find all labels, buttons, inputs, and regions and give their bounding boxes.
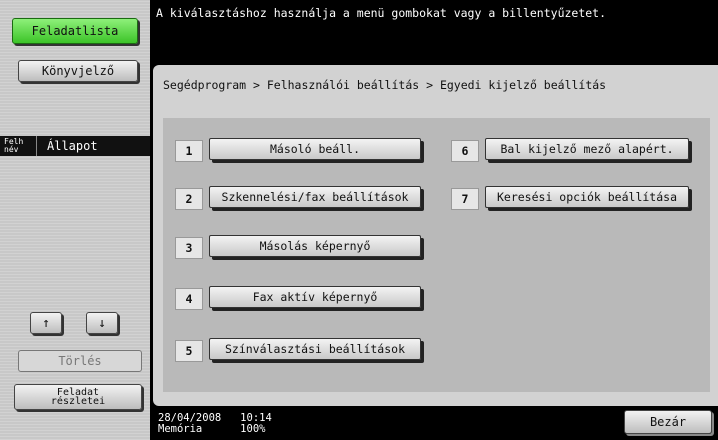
user-name-column-header: Felh név — [0, 136, 37, 156]
memory-status: Memória 100% — [158, 423, 266, 435]
menu-number: 2 — [175, 188, 203, 210]
color-selection-settings-button[interactable]: Színválasztási beállítások — [209, 338, 421, 360]
job-list-button[interactable]: Feladatlista — [12, 18, 138, 44]
menu-item-5[interactable]: 5 Színválasztási beállítások — [175, 338, 421, 364]
close-button[interactable]: Bezár — [624, 410, 712, 434]
menu-number: 5 — [175, 340, 203, 362]
menu-number: 1 — [175, 140, 203, 162]
menu-area: 1 Másoló beáll. 2 Szkennelési/fax beállí… — [163, 118, 710, 392]
menu-item-2[interactable]: 2 Szkennelési/fax beállítások — [175, 186, 421, 212]
menu-number: 3 — [175, 237, 203, 259]
fax-active-screen-button[interactable]: Fax aktív képernyő — [209, 286, 421, 308]
delete-button[interactable]: Törlés — [18, 350, 142, 372]
instruction-message: A kiválasztáshoz használja a menü gombok… — [156, 6, 607, 20]
job-details-button[interactable]: Feladat részletei — [14, 384, 142, 410]
scan-fax-settings-button[interactable]: Szkennelési/fax beállítások — [209, 186, 421, 208]
sidebar: Feladatlista Könyvjelző Felh név Állapot… — [0, 0, 150, 440]
menu-number: 7 — [451, 188, 479, 210]
status-footer: 28/04/2008 10:14 Memória 100% — [158, 413, 272, 435]
down-arrow-icon: ↓ — [98, 315, 106, 331]
left-panel-default-button[interactable]: Bal kijelző mező alapért. — [485, 138, 689, 160]
copier-settings-button[interactable]: Másoló beáll. — [209, 138, 421, 160]
menu-item-7[interactable]: 7 Keresési opciók beállítása — [451, 186, 689, 212]
breadcrumb: Segédprogram > Felhasználói beállítás > … — [163, 78, 607, 92]
search-options-settings-button[interactable]: Keresési opciók beállítása — [485, 186, 689, 208]
menu-item-6[interactable]: 6 Bal kijelző mező alapért. — [451, 138, 689, 164]
menu-item-4[interactable]: 4 Fax aktív képernyő — [175, 286, 421, 312]
menu-number: 6 — [451, 140, 479, 162]
bookmark-button[interactable]: Könyvjelző — [18, 60, 138, 82]
up-arrow-icon: ↑ — [42, 315, 50, 331]
copy-screen-button[interactable]: Másolás képernyő — [209, 235, 421, 257]
job-details-label: Feladat részletei — [50, 387, 106, 407]
menu-number: 4 — [175, 288, 203, 310]
menu-item-3[interactable]: 3 Másolás képernyő — [175, 235, 421, 261]
scroll-down-button[interactable]: ↓ — [86, 312, 118, 334]
job-list-header: Felh név Állapot — [0, 136, 150, 156]
scroll-up-button[interactable]: ↑ — [30, 312, 62, 334]
menu-item-1[interactable]: 1 Másoló beáll. — [175, 138, 421, 164]
status-column-header: Állapot — [47, 139, 98, 153]
